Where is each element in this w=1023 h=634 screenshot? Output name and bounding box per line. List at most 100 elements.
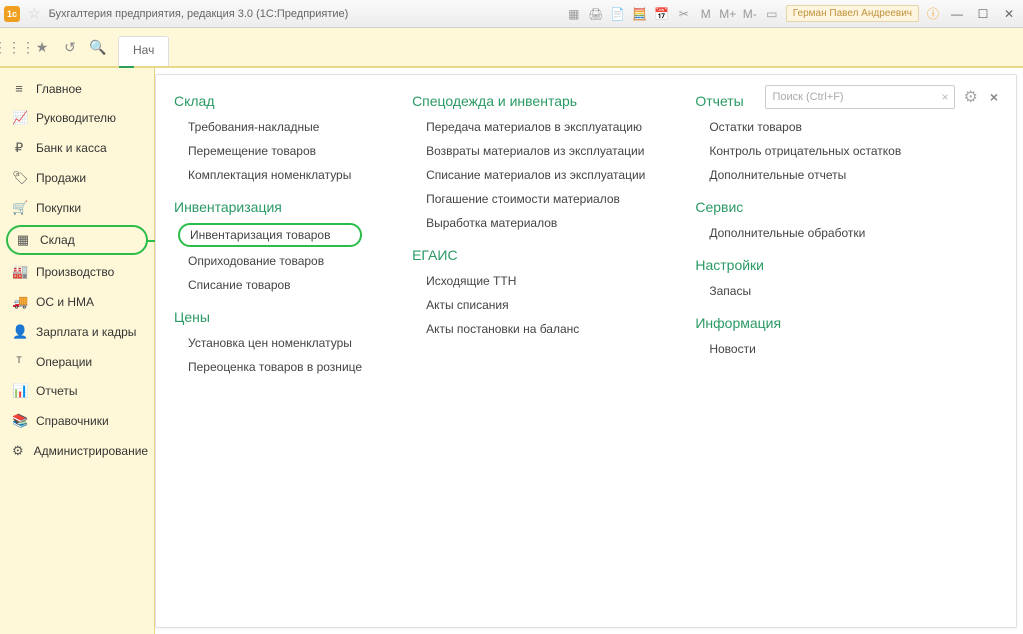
sidebar-label: Продажи	[36, 171, 86, 185]
section-title[interactable]: Цены	[174, 309, 362, 325]
favorite-icon[interactable]: ★	[28, 28, 56, 66]
close-window-button[interactable]: ✕	[999, 5, 1019, 23]
box-icon[interactable]: ▭	[764, 6, 780, 22]
main: ≡ Главное 📈Руководителю ₽ Банк и касса 🏷 Прода…	[0, 68, 1023, 634]
document-icon[interactable]: 📄	[610, 6, 626, 22]
section-title[interactable]: Инвентаризация	[174, 199, 362, 215]
sidebar-label: Зарплата и кадры	[36, 325, 136, 339]
sidebar-item-4[interactable]: 🛒 Покупки	[0, 193, 154, 223]
m-minus-label[interactable]: M-	[742, 6, 758, 22]
cut-icon[interactable]: ✂	[676, 6, 692, 22]
gear-icon[interactable]: ⚙	[963, 87, 977, 107]
section-title[interactable]: Склад	[174, 93, 362, 109]
menu-link[interactable]: Контроль отрицательных остатков	[695, 141, 901, 161]
sidebar-item-3[interactable]: 🏷 Продажи	[0, 163, 154, 193]
sidebar-label: Главное	[36, 82, 82, 96]
section-title[interactable]: Информация	[695, 315, 901, 331]
menu-link[interactable]: Перемещение товаров	[174, 141, 362, 161]
menu-link[interactable]: Требования-накладные	[174, 117, 362, 137]
grid-icon[interactable]: ▦	[566, 6, 582, 22]
menu-link[interactable]: Запасы	[695, 281, 901, 301]
apps-icon[interactable]: ⋮⋮⋮	[0, 28, 28, 66]
section-title[interactable]: Сервис	[695, 199, 901, 215]
search-icon[interactable]: 🔍	[84, 28, 112, 66]
sidebar-item-0[interactable]: ≡ Главное	[0, 74, 154, 103]
panel-columns: Склад Требования-накладные Перемещение тов…	[174, 93, 998, 377]
sidebar-icon: 🏷	[12, 170, 26, 186]
titlebar: 1c ☆ Бухгалтерия предприятия, редакция 3…	[0, 0, 1023, 28]
sidebar-icon: ᵀ	[12, 354, 26, 369]
sidebar-icon: 👤	[12, 324, 26, 340]
app-icon: 1c	[4, 6, 20, 22]
sidebar-icon: 📚	[12, 413, 26, 429]
panel-tools: Поиск (Ctrl+F) × ⚙ ×	[765, 85, 1002, 109]
menu-link[interactable]: Дополнительные отчеты	[695, 165, 901, 185]
menu-link[interactable]: Дополнительные обработки	[695, 223, 901, 243]
sidebar-label: Производство	[36, 265, 114, 279]
menu-link[interactable]: Передача материалов в эксплуатацию	[412, 117, 645, 137]
m-label[interactable]: M	[698, 6, 714, 22]
menu-link[interactable]: Переоценка товаров в рознице	[174, 357, 362, 377]
menu-link[interactable]: Акты списания	[412, 295, 645, 315]
minimize-button[interactable]: —	[947, 5, 967, 23]
titlebar-tools: ▦ 🖨 📄 🧮 📅 ✂ M M+ M- ▭ Герман Павел Андре…	[566, 5, 1019, 23]
section-title[interactable]: ЕГАИС	[412, 247, 645, 263]
content-panel: Поиск (Ctrl+F) × ⚙ × Склад Требования-нак…	[155, 74, 1017, 628]
menu-link[interactable]: Комплектация номенклатуры	[174, 165, 362, 185]
sidebar-label: Администрирование	[34, 444, 148, 458]
print-icon[interactable]: 🖨	[588, 6, 604, 22]
maximize-button[interactable]: ☐	[973, 5, 993, 23]
calculator-icon[interactable]: 🧮	[632, 6, 648, 22]
sidebar-icon: 🏭	[12, 264, 26, 280]
sidebar-item-9[interactable]: ᵀ Операции	[0, 347, 154, 376]
sidebar-item-2[interactable]: ₽ Банк и касса	[0, 133, 154, 163]
sidebar-item-11[interactable]: 📚 Справочники	[0, 406, 154, 436]
sidebar-item-10[interactable]: 📊Отчеты	[0, 376, 154, 406]
window-title: Бухгалтерия предприятия, редакция 3.0 (1…	[49, 8, 560, 20]
history-icon[interactable]: ↺	[56, 28, 84, 66]
sidebar-label: Покупки	[36, 201, 81, 215]
menu-link[interactable]: Оприходование товаров	[174, 251, 362, 271]
sidebar-label: Банк и касса	[36, 141, 107, 155]
m-plus-label[interactable]: M+	[720, 6, 736, 22]
calendar-icon[interactable]: 📅	[654, 6, 670, 22]
sidebar-item-12[interactable]: ⚙ Администрирование	[0, 436, 154, 466]
sidebar-icon: 🚚	[12, 294, 26, 310]
column-1: Спецодежда и инвентарь Передача материало…	[412, 93, 645, 377]
menu-link[interactable]: Выработка материалов	[412, 213, 645, 233]
section-title[interactable]: Спецодежда и инвентарь	[412, 93, 645, 109]
sidebar-label: Операции	[36, 355, 92, 369]
menu-link[interactable]: Инвентаризация товаров	[178, 223, 362, 247]
sidebar-item-5[interactable]: ▦Склад	[6, 225, 148, 255]
section-title[interactable]: Настройки	[695, 257, 901, 273]
sidebar-item-8[interactable]: 👤 Зарплата и кадры	[0, 317, 154, 347]
menu-link[interactable]: Возвраты материалов из эксплуатации	[412, 141, 645, 161]
menu-link[interactable]: Новости	[695, 339, 901, 359]
search-input[interactable]: Поиск (Ctrl+F) ×	[765, 85, 955, 109]
sidebar-label: Справочники	[36, 414, 109, 428]
menu-link[interactable]: Погашение стоимости материалов	[412, 189, 645, 209]
menu-link[interactable]: Акты постановки на баланс	[412, 319, 645, 339]
menu-link[interactable]: Исходящие ТТН	[412, 271, 645, 291]
menu-link[interactable]: Списание товаров	[174, 275, 362, 295]
sidebar-item-6[interactable]: 🏭 Производство	[0, 257, 154, 287]
menu-link[interactable]: Списание материалов из эксплуатации	[412, 165, 645, 185]
close-panel-button[interactable]: ×	[986, 89, 1002, 105]
sidebar-item-1[interactable]: 📈Руководителю	[0, 103, 154, 133]
menu-link[interactable]: Установка цен номенклатуры	[174, 333, 362, 353]
column-0: Склад Требования-накладные Перемещение тов…	[174, 93, 362, 377]
sidebar-icon: 🛒	[12, 200, 26, 216]
sidebar-icon: ₽	[12, 140, 26, 156]
sidebar-item-7[interactable]: 🚚ОС и НМА	[0, 287, 154, 317]
clear-icon[interactable]: ×	[941, 90, 948, 104]
sidebar-icon: 📈	[12, 110, 26, 126]
sidebar-icon: ⚙	[12, 443, 24, 459]
menu-link[interactable]: Остатки товаров	[695, 117, 901, 137]
bookmark-icon[interactable]: ☆	[28, 5, 41, 22]
start-tab[interactable]: Нач	[118, 36, 169, 66]
sidebar-label: Склад	[40, 233, 75, 247]
sidebar-label: Отчеты	[36, 384, 77, 398]
user-badge[interactable]: Герман Павел Андреевич	[786, 5, 919, 22]
info-icon[interactable]: ⓘ	[925, 6, 941, 22]
sidebar-icon: ≡	[12, 81, 26, 96]
